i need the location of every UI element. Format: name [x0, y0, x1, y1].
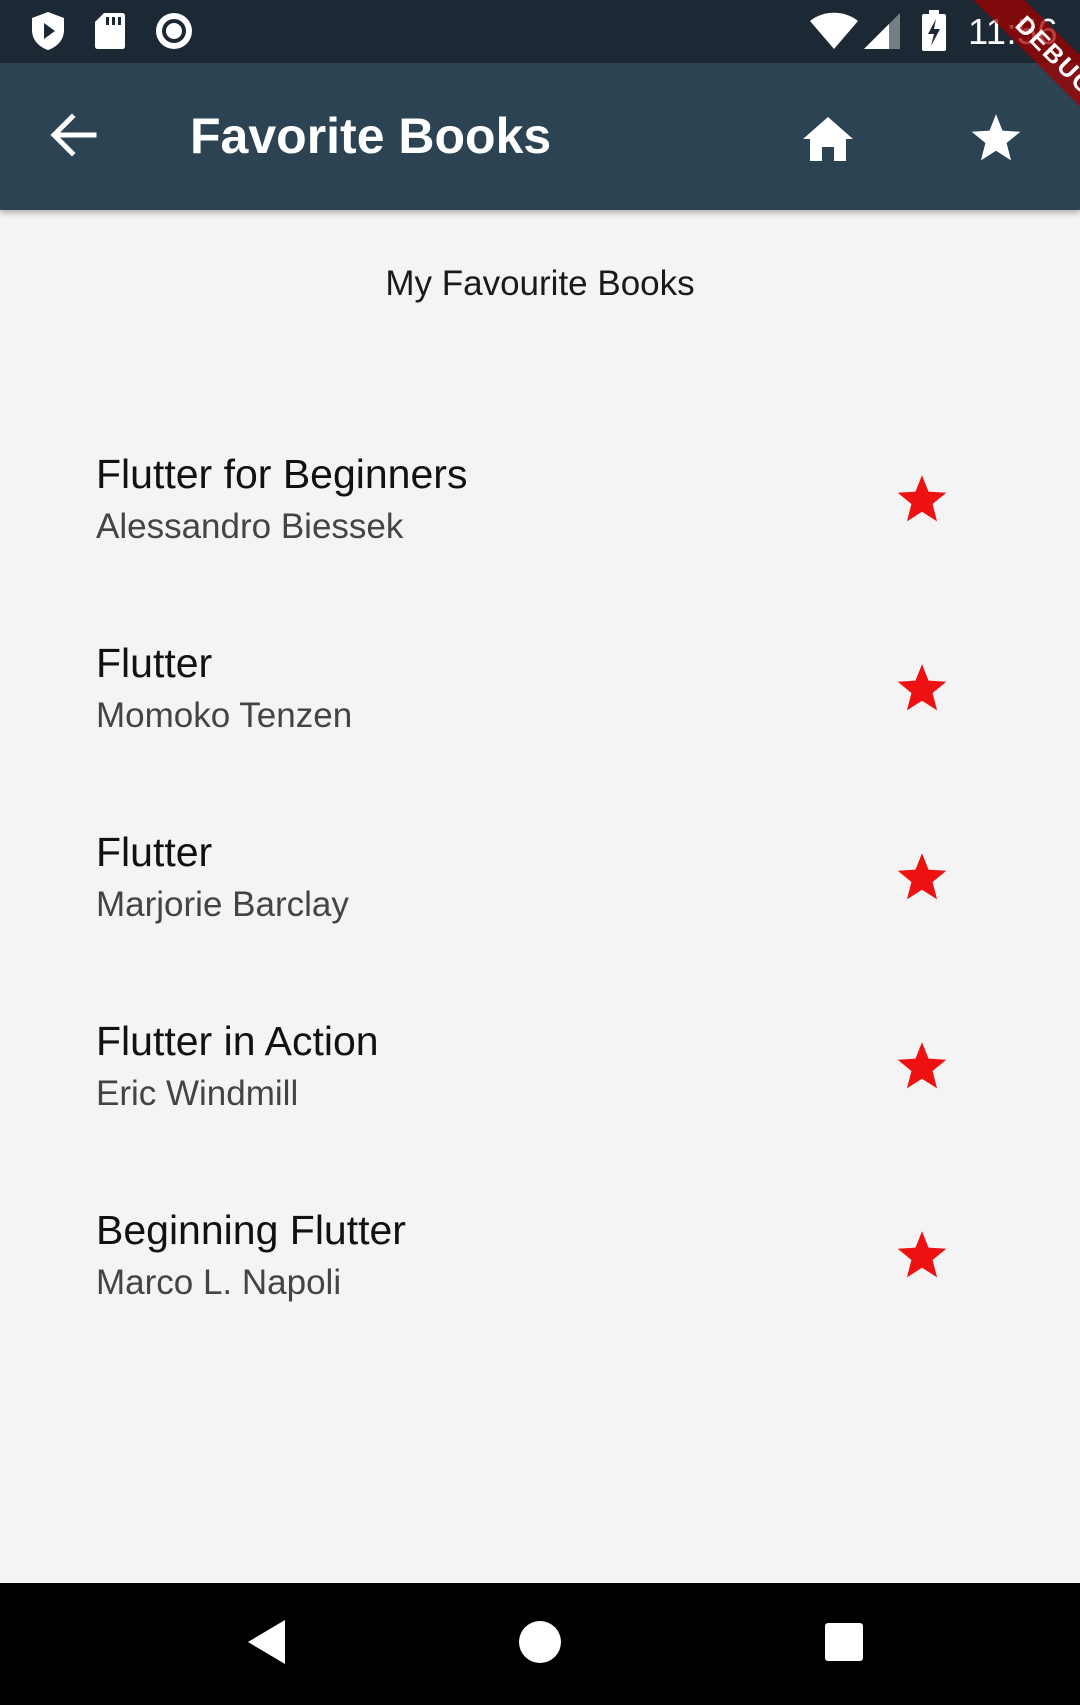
home-icon	[801, 115, 855, 168]
favorite-star-icon[interactable]	[890, 468, 954, 532]
nav-recents-button[interactable]	[804, 1604, 884, 1684]
status-time: 11:56	[968, 11, 1058, 52]
wifi-icon	[808, 10, 860, 52]
page-heading: My Favourite Books	[385, 264, 695, 303]
nav-back-button[interactable]	[227, 1604, 307, 1684]
book-title: Flutter in Action	[96, 1018, 379, 1064]
nav-back-icon	[245, 1618, 289, 1671]
screen: 11:56 DEBUG Favorite Books My Favourite …	[0, 0, 1080, 1705]
home-button[interactable]	[790, 103, 866, 179]
favorites-button[interactable]	[958, 103, 1034, 179]
book-list-item[interactable]: Flutter Momoko Tenzen	[0, 637, 1080, 826]
book-title: Flutter	[96, 829, 213, 875]
status-bar: 11:56	[0, 0, 1080, 63]
book-list-item[interactable]: Flutter in Action Eric Windmill	[0, 1015, 1080, 1204]
navigation-bar	[0, 1583, 1080, 1705]
main-content: My Favourite Books Flutter for Beginners…	[0, 210, 1080, 1583]
book-author: Alessandro Biessek	[96, 507, 404, 546]
favorite-star-icon[interactable]	[890, 846, 954, 910]
app-bar: Favorite Books	[0, 63, 1080, 210]
signal-icon	[862, 10, 902, 52]
nav-home-button[interactable]	[500, 1604, 580, 1684]
nav-recents-icon	[823, 1621, 865, 1668]
arrow-back-icon	[50, 112, 98, 162]
book-author: Marjorie Barclay	[96, 885, 349, 924]
book-list-item[interactable]: Flutter Marjorie Barclay	[0, 826, 1080, 1015]
favorite-star-icon[interactable]	[890, 1035, 954, 1099]
book-title: Flutter for Beginners	[96, 451, 468, 497]
app-bar-title: Favorite Books	[190, 108, 552, 164]
book-author: Marco L. Napoli	[96, 1263, 342, 1302]
book-list-item[interactable]: Beginning Flutter Marco L. Napoli	[0, 1204, 1080, 1393]
shield-play-icon	[28, 10, 68, 52]
nav-home-icon	[517, 1619, 563, 1670]
battery-charging-icon	[918, 10, 950, 52]
book-author: Eric Windmill	[96, 1074, 299, 1113]
back-button[interactable]	[36, 101, 112, 173]
book-list-item[interactable]: Flutter for Beginners Alessandro Biessek	[0, 448, 1080, 637]
favorite-star-icon[interactable]	[890, 1224, 954, 1288]
sd-card-icon	[92, 10, 128, 52]
book-author: Momoko Tenzen	[96, 696, 353, 735]
favorite-star-icon[interactable]	[890, 657, 954, 721]
book-list: Flutter for Beginners Alessandro Biessek…	[0, 448, 1080, 1393]
book-title: Flutter	[96, 640, 213, 686]
record-icon	[152, 10, 196, 52]
book-title: Beginning Flutter	[96, 1207, 406, 1253]
star-icon	[969, 113, 1023, 170]
